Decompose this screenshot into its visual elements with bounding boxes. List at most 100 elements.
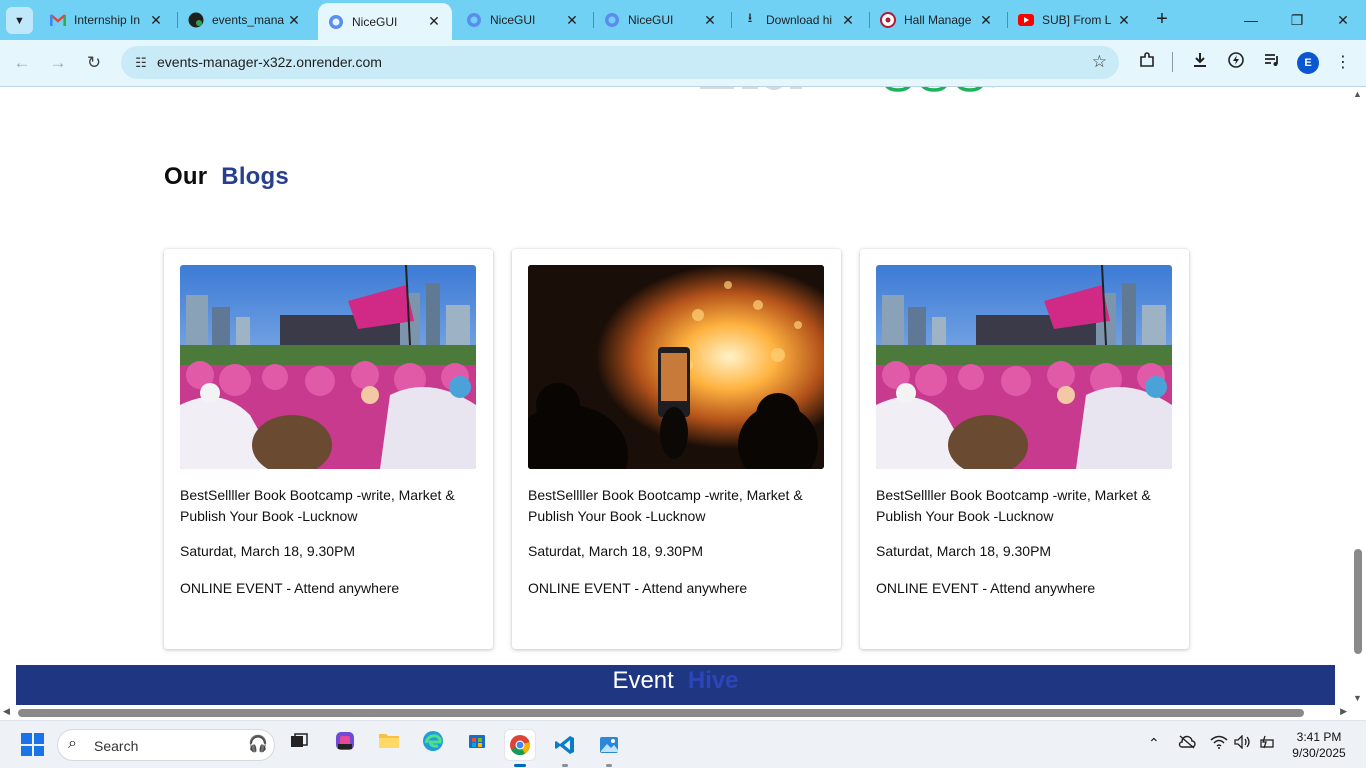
- blog-card[interactable]: BestSellller Book Bootcamp -write, Marke…: [860, 249, 1189, 649]
- downloads-icon[interactable]: [1188, 51, 1212, 75]
- m365-copilot-icon[interactable]: [330, 730, 360, 760]
- extensions-icon[interactable]: [1135, 51, 1159, 75]
- photos-app-icon[interactable]: [594, 730, 624, 767]
- vertical-scrollbar[interactable]: ▲ ▼: [1350, 87, 1366, 705]
- site-info-icon[interactable]: ☷: [131, 53, 151, 73]
- volume-icon[interactable]: [1234, 734, 1252, 752]
- wifi-icon[interactable]: [1210, 735, 1228, 752]
- blog-card-mode: ONLINE EVENT - Attend anywhere: [876, 580, 1096, 596]
- blog-card-image[interactable]: [528, 265, 824, 469]
- blog-card-date: Saturdat, March 18, 9.30PM: [528, 543, 704, 559]
- forward-button[interactable]: →: [45, 50, 71, 76]
- close-icon[interactable]: ✕: [564, 12, 580, 29]
- blog-card-date: Saturdat, March 18, 9.30PM: [180, 543, 356, 559]
- arrow-left-icon: ←: [13, 53, 31, 72]
- clock-time: 3:41 PM: [1296, 730, 1342, 744]
- blog-card-mode: ONLINE EVENT - Attend anywhere: [180, 580, 400, 596]
- battery-icon[interactable]: [1258, 735, 1276, 752]
- tab-youtube[interactable]: SUB] From L ✕: [1008, 5, 1142, 35]
- chevron-down-icon: ▼: [14, 14, 25, 27]
- restore-button[interactable]: ❐: [1274, 6, 1320, 34]
- tab-search-button[interactable]: ▼: [6, 7, 33, 34]
- footer-brand-bar: Event Hive: [16, 665, 1335, 705]
- close-icon[interactable]: ✕: [702, 12, 718, 29]
- tab-label: NiceGUI: [352, 14, 398, 29]
- nicegui-icon: [466, 12, 482, 28]
- reload-icon: ↻: [86, 53, 102, 72]
- nicegui-icon: [604, 12, 620, 28]
- tab-nicegui-active[interactable]: NiceGUI ✕: [318, 3, 452, 40]
- show-hidden-icons-chevron-icon[interactable]: ⌃: [1148, 735, 1160, 752]
- scroll-up-icon[interactable]: ▲: [1353, 89, 1362, 99]
- windows-start-icon[interactable]: [21, 733, 44, 756]
- new-tab-button[interactable]: +: [1150, 7, 1174, 33]
- tab-label: NiceGUI: [628, 13, 674, 27]
- section-title-our: Our: [164, 163, 208, 190]
- clock-date: 9/30/2025: [1292, 746, 1346, 760]
- blog-card-title[interactable]: BestSellller Book Bootcamp -write, Marke…: [528, 485, 824, 527]
- vertical-scroll-thumb[interactable]: [1354, 549, 1362, 654]
- close-icon[interactable]: ✕: [978, 12, 994, 29]
- windows-taskbar: ⌕ Search 🎧 ⌃ 3:41 PM 9/30/2025: [0, 720, 1366, 768]
- blog-card-title[interactable]: BestSellller Book Bootcamp -write, Marke…: [180, 485, 476, 527]
- system-clock[interactable]: 3:41 PM 9/30/2025: [1286, 729, 1352, 761]
- microsoft-store-icon[interactable]: [462, 730, 492, 760]
- onedrive-offline-icon[interactable]: [1178, 735, 1196, 752]
- blog-card-image[interactable]: [180, 265, 476, 469]
- horizontal-scrollbar[interactable]: ◀ ▶: [0, 705, 1350, 720]
- running-indicator: [606, 764, 612, 767]
- sponsor-logos: [700, 87, 996, 92]
- close-icon: ✕: [1337, 12, 1349, 28]
- task-view-icon[interactable]: [284, 730, 314, 760]
- tab-hall-manager[interactable]: Hall Manage ✕: [870, 5, 1004, 35]
- edge-browser-icon[interactable]: [418, 730, 448, 760]
- taskbar-search-placeholder: Search: [94, 738, 139, 754]
- profile-avatar[interactable]: E: [1297, 52, 1319, 74]
- vscode-icon[interactable]: [550, 730, 580, 767]
- file-explorer-icon[interactable]: [374, 730, 404, 760]
- taskbar-search[interactable]: ⌕ Search 🎧: [57, 729, 275, 761]
- blog-card-date: Saturdat, March 18, 9.30PM: [876, 543, 1052, 559]
- reload-button[interactable]: ↻: [81, 50, 107, 76]
- close-icon[interactable]: ✕: [148, 12, 164, 29]
- tab-nicegui-2[interactable]: NiceGUI ✕: [456, 5, 590, 35]
- performance-icon[interactable]: [1224, 51, 1248, 75]
- youtube-icon: [1018, 12, 1034, 28]
- close-window-button[interactable]: ✕: [1320, 6, 1366, 34]
- page-viewport: Our Blogs BestSellller Book Bootcamp -wr…: [0, 87, 1350, 705]
- close-icon[interactable]: ✕: [840, 12, 856, 29]
- blog-card[interactable]: BestSellller Book Bootcamp -write, Marke…: [512, 249, 841, 649]
- close-icon[interactable]: ✕: [426, 13, 442, 30]
- minimize-icon: —: [1244, 12, 1258, 28]
- scroll-left-icon[interactable]: ◀: [3, 706, 10, 717]
- blog-card[interactable]: BestSellller Book Bootcamp -write, Marke…: [164, 249, 493, 649]
- back-button[interactable]: ←: [9, 50, 35, 76]
- tab-nicegui-3[interactable]: NiceGUI ✕: [594, 5, 728, 35]
- tab-download[interactable]: ⭳ Download hi ✕: [732, 5, 866, 35]
- hall-icon: [880, 12, 896, 28]
- bookmark-star-icon[interactable]: ☆: [1092, 52, 1107, 72]
- chrome-icon[interactable]: [505, 730, 535, 767]
- address-bar[interactable]: ☷ events-manager-x32z.onrender.com ☆: [121, 46, 1119, 79]
- minimize-button[interactable]: —: [1228, 6, 1274, 34]
- nicegui-icon: [328, 14, 344, 30]
- footer-brand-hive: Hive: [687, 667, 739, 694]
- close-icon[interactable]: ✕: [286, 12, 302, 29]
- search-icon: ⌕: [68, 735, 77, 752]
- github-icon: [188, 12, 204, 28]
- tab-events-manager[interactable]: events_mana ✕: [178, 5, 312, 35]
- tab-label: SUB] From L: [1042, 13, 1112, 27]
- tab-internship[interactable]: Internship In ✕: [40, 5, 174, 35]
- scroll-down-icon[interactable]: ▼: [1353, 693, 1362, 703]
- plus-icon: +: [1156, 8, 1168, 30]
- browser-toolbar: ← → ↻ ☷ events-manager-x32z.onrender.com…: [0, 40, 1366, 87]
- menu-dots-icon[interactable]: ⋮: [1331, 51, 1355, 75]
- gmail-icon: [50, 12, 66, 28]
- url-text[interactable]: events-manager-x32z.onrender.com: [157, 54, 382, 70]
- scroll-right-icon[interactable]: ▶: [1340, 706, 1347, 717]
- blog-card-title[interactable]: BestSellller Book Bootcamp -write, Marke…: [876, 485, 1172, 527]
- media-control-icon[interactable]: [1260, 51, 1284, 75]
- horizontal-scroll-thumb[interactable]: [18, 709, 1304, 717]
- blog-card-image[interactable]: [876, 265, 1172, 469]
- close-icon[interactable]: ✕: [1116, 12, 1132, 29]
